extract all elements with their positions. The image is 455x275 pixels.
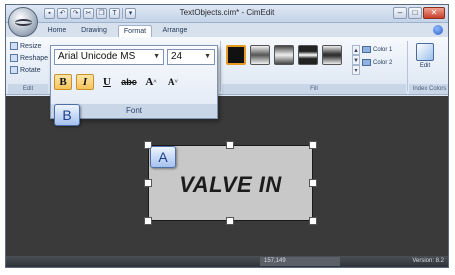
- underline-button[interactable]: U: [98, 74, 116, 90]
- status-bar: 157,149 Version: 8.2: [6, 256, 448, 267]
- maximize-button[interactable]: □: [408, 7, 422, 19]
- italic-button[interactable]: I: [76, 74, 94, 90]
- index-colors-edit-button[interactable]: Edit: [412, 43, 438, 69]
- group-divider: [407, 41, 408, 91]
- caret-up-icon: ˄: [153, 79, 157, 85]
- font-size-value: 24: [171, 51, 183, 62]
- resize-handle-bottom[interactable]: [226, 217, 234, 225]
- group-divider: [220, 41, 221, 91]
- fill-gallery-scroll: ▲ ▼ ▾: [352, 45, 360, 75]
- version-label: Version: 8.2: [412, 258, 444, 264]
- reshape-label: Reshape: [20, 54, 49, 62]
- edit-group-label: Edit: [8, 84, 48, 94]
- close-button[interactable]: ✕: [423, 7, 445, 19]
- resize-handle-right[interactable]: [309, 179, 317, 187]
- caret-down-icon: ˅: [174, 79, 178, 85]
- color1-label: Color 1: [373, 46, 393, 53]
- application-menu-button[interactable]: [8, 7, 38, 37]
- font-size-combo[interactable]: 24 ▼: [167, 49, 215, 65]
- format-buttons: B I U abc A˄ A˅: [54, 74, 182, 90]
- fill-swatch-gradient-dark[interactable]: [274, 45, 294, 65]
- resize-handle-bottom-left[interactable]: [144, 217, 152, 225]
- tab-format[interactable]: Format: [118, 25, 152, 37]
- tab-arrange[interactable]: Arrange: [158, 25, 192, 37]
- grow-font-button[interactable]: A˄: [142, 74, 160, 90]
- reshape-button[interactable]: Reshape: [10, 54, 48, 62]
- resize-handle-left[interactable]: [144, 179, 152, 187]
- shrink-font-button[interactable]: A˅: [164, 74, 182, 90]
- fill-swatch-solid-black[interactable]: [226, 45, 246, 65]
- app-logo-icon: [15, 19, 32, 26]
- chevron-down-icon[interactable]: ▼: [153, 50, 160, 64]
- window-title: TextObjects.cim* - CimEdit: [179, 8, 275, 17]
- palette-icon: [416, 43, 434, 61]
- fill-group-label: Fill: [222, 84, 406, 94]
- strikethrough-button[interactable]: abc: [120, 74, 138, 90]
- fill-swatch-gradient-band[interactable]: [298, 45, 318, 65]
- resize-icon: [10, 42, 18, 50]
- rotate-button[interactable]: Rotate: [10, 66, 41, 74]
- help-icon[interactable]: [433, 25, 443, 35]
- ribbon-tabs: Home Drawing Format Arrange: [6, 23, 448, 37]
- resize-label: Resize: [20, 42, 42, 50]
- color1-button[interactable]: Color 1: [362, 46, 392, 53]
- callout-badge-a: A: [150, 146, 176, 168]
- resize-handle-top[interactable]: [226, 141, 234, 149]
- minimize-button[interactable]: –: [393, 7, 407, 19]
- gallery-down-icon[interactable]: ▼: [352, 55, 360, 65]
- chevron-down-icon[interactable]: ▼: [204, 50, 211, 64]
- resize-handle-top-right[interactable]: [309, 141, 317, 149]
- index-colors-group-label: Index Colors: [409, 84, 448, 94]
- bold-button[interactable]: B: [54, 74, 72, 90]
- cursor-coordinates: 157,149: [260, 257, 340, 266]
- fill-swatch-gradient-center[interactable]: [322, 45, 342, 65]
- gallery-up-icon[interactable]: ▲: [352, 45, 360, 55]
- reshape-icon: [10, 54, 18, 62]
- color2-button[interactable]: Color 2: [362, 59, 392, 66]
- font-name-value: Arial Unicode MS: [58, 51, 136, 62]
- tab-home[interactable]: Home: [44, 25, 70, 37]
- fill-swatch-gradient-light[interactable]: [250, 45, 270, 65]
- app-window: ▪ ↶ ↷ ✂ ❐ T ▾ TextObjects.cim* - CimEdit…: [5, 4, 449, 268]
- window-controls: – □ ✕: [393, 7, 445, 19]
- color1-chip: [362, 46, 371, 53]
- title-bar: ▪ ↶ ↷ ✂ ❐ T ▾ TextObjects.cim* - CimEdit…: [6, 5, 448, 23]
- index-colors-edit-label: Edit: [419, 63, 431, 69]
- tab-drawing[interactable]: Drawing: [78, 25, 110, 37]
- text-object-label: VALVE IN: [179, 172, 282, 197]
- color2-label: Color 2: [373, 59, 393, 66]
- resize-handle-bottom-right[interactable]: [309, 217, 317, 225]
- font-name-combo[interactable]: Arial Unicode MS ▼: [54, 49, 164, 65]
- rotate-label: Rotate: [20, 66, 41, 74]
- rotate-icon: [10, 66, 18, 74]
- gallery-more-icon[interactable]: ▾: [352, 65, 360, 75]
- resize-button[interactable]: Resize: [10, 42, 41, 50]
- color2-chip: [362, 59, 371, 66]
- callout-badge-b: B: [54, 104, 80, 126]
